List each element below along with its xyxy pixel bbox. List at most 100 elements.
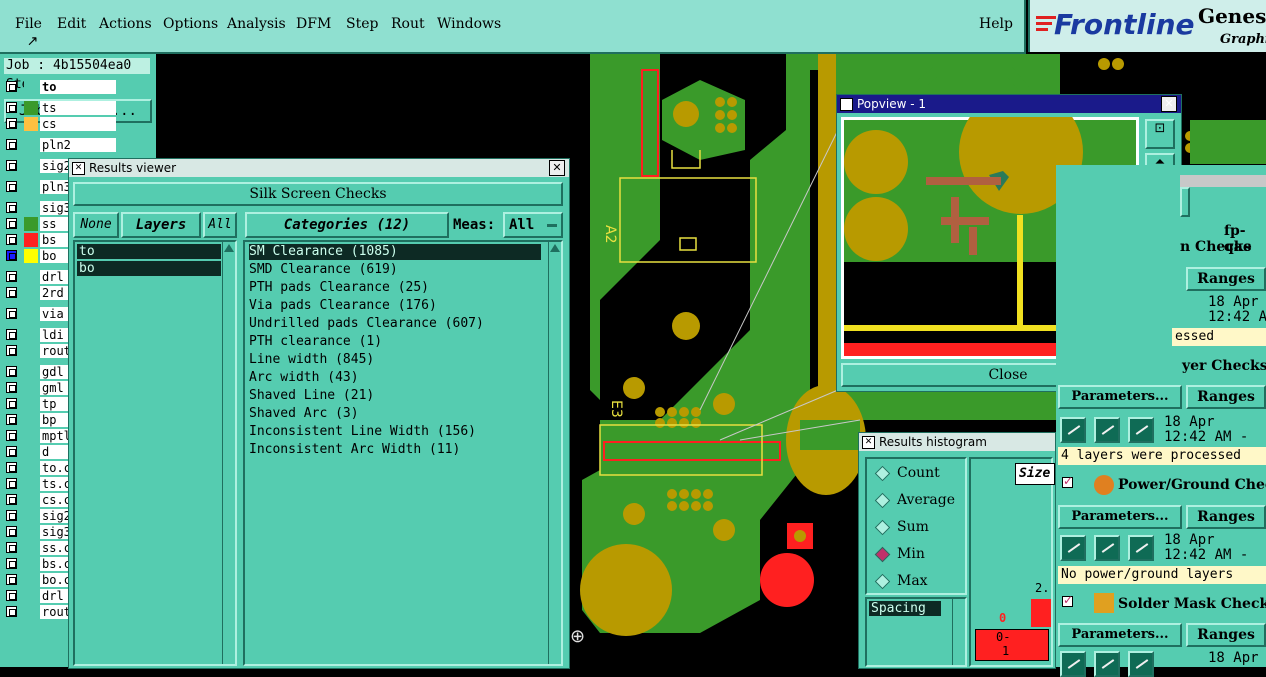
layers-none-button[interactable]: None [73, 212, 119, 238]
run-check-icon[interactable] [1060, 651, 1086, 677]
layer-color-swatch[interactable] [24, 573, 38, 587]
layer-checkbox[interactable] [6, 430, 17, 441]
layer-item-bo[interactable]: bo [77, 261, 221, 276]
layer-color-swatch[interactable] [24, 477, 38, 491]
run-check-icon[interactable] [1094, 651, 1120, 677]
metric-list[interactable]: Spacing [865, 597, 967, 667]
layer-color-swatch[interactable] [24, 525, 38, 539]
menu-windows[interactable]: Windows [437, 16, 501, 32]
ranges-button-4[interactable]: Ranges [1186, 623, 1266, 647]
menu-dfm[interactable]: DFM [296, 16, 331, 32]
menu-options[interactable]: Options [163, 16, 218, 32]
metric-scrollbar[interactable] [952, 599, 965, 665]
layer-checkbox[interactable] [6, 139, 17, 150]
close-icon[interactable]: ✕ [549, 160, 565, 176]
category-item[interactable]: Shaved Arc (3) [249, 406, 359, 422]
layer-checkbox[interactable] [6, 218, 17, 229]
ranges-button-2[interactable]: Ranges [1186, 385, 1266, 409]
layer-checkbox[interactable] [6, 446, 17, 457]
run-check-icon[interactable] [1094, 417, 1120, 443]
layer-color-swatch[interactable] [24, 493, 38, 507]
run-check-icon[interactable] [1094, 535, 1120, 561]
layer-color-swatch[interactable] [24, 461, 38, 475]
metric-spacing[interactable]: Spacing [869, 601, 941, 616]
category-item[interactable]: Undrilled pads Clearance (607) [249, 316, 484, 332]
layer-color-swatch[interactable] [24, 397, 38, 411]
run-check-icon[interactable] [1128, 651, 1154, 677]
layer-color-swatch[interactable] [24, 201, 38, 215]
layer-color-swatch[interactable] [24, 413, 38, 427]
menu-analysis[interactable]: Analysis [227, 16, 286, 32]
parameters-button-3[interactable]: Parameters... [1058, 623, 1182, 647]
layer-checkbox[interactable] [6, 366, 17, 377]
layer-color-swatch[interactable] [24, 541, 38, 555]
scroll-up-icon[interactable] [224, 244, 234, 252]
results-viewer-titlebar[interactable]: ✕ Results viewer ✕ [69, 159, 569, 177]
layer-color-swatch[interactable] [24, 217, 38, 231]
category-item[interactable]: SMD Clearance (619) [249, 262, 398, 278]
category-item[interactable]: Inconsistent Arc Width (11) [249, 442, 460, 458]
categories-scrollbar[interactable] [548, 242, 561, 664]
layer-color-swatch[interactable] [24, 286, 38, 300]
layer-color-swatch[interactable] [24, 233, 38, 247]
categories-list-box[interactable]: SM Clearance (1085) SMD Clearance (619) PT… [243, 240, 563, 666]
layer-color-swatch[interactable] [24, 557, 38, 571]
layer-checkbox[interactable] [6, 494, 17, 505]
close-icon[interactable]: ✕ [1161, 96, 1177, 112]
layer-list-box[interactable]: to bo [73, 240, 237, 666]
layer-color-swatch[interactable] [24, 159, 38, 173]
layers-all-button[interactable]: All [203, 212, 237, 238]
layer-color-swatch[interactable] [24, 509, 38, 523]
run-check-icon[interactable] [1128, 535, 1154, 561]
menu-help[interactable]: Help [979, 16, 1013, 32]
layer-checkbox[interactable] [6, 398, 17, 409]
layer-checkbox[interactable] [6, 234, 17, 245]
category-item[interactable]: Arc width (43) [249, 370, 359, 386]
category-item[interactable]: PTH pads Clearance (25) [249, 280, 429, 296]
layer-checkbox[interactable] [6, 590, 17, 601]
silk-screen-checks-header[interactable]: Silk Screen Checks [73, 182, 563, 206]
panel-button[interactable] [1180, 187, 1190, 217]
layer-checkbox[interactable] [6, 329, 17, 340]
ranges-button-3[interactable]: Ranges [1186, 505, 1266, 529]
layer-color-swatch[interactable] [24, 270, 38, 284]
histogram-titlebar[interactable]: ✕ Results histogram [859, 433, 1055, 451]
layer-checkbox[interactable] [6, 478, 17, 489]
window-menu-icon[interactable]: ✕ [72, 162, 85, 175]
range-bin[interactable]: 0- 1 [975, 629, 1049, 661]
meas-select[interactable]: All [503, 212, 563, 238]
power-ground-checkbox[interactable] [1062, 474, 1073, 488]
layer-checkbox[interactable] [6, 526, 17, 537]
layer-color-swatch[interactable] [24, 180, 38, 194]
layer-checkbox[interactable] [6, 542, 17, 553]
layer-color-swatch[interactable] [24, 589, 38, 603]
categories-button[interactable]: Categories (12) [245, 212, 449, 238]
category-item[interactable]: PTH clearance (1) [249, 334, 382, 350]
category-item[interactable]: Via pads Clearance (176) [249, 298, 437, 314]
layer-item-to[interactable]: to [77, 244, 221, 259]
run-check-icon[interactable] [1128, 417, 1154, 443]
layer-color-swatch[interactable] [24, 344, 38, 358]
layer-color-swatch[interactable] [24, 80, 38, 94]
layer-checkbox[interactable] [6, 118, 17, 129]
layer-checkbox[interactable] [6, 414, 17, 425]
layer-color-swatch[interactable] [24, 381, 38, 395]
scroll-up-icon[interactable] [550, 244, 560, 252]
layer-checkbox[interactable] [6, 510, 17, 521]
layer-checkbox[interactable] [6, 250, 17, 261]
layer-checkbox[interactable] [6, 271, 17, 282]
layer-checkbox[interactable] [6, 345, 17, 356]
menu-rout[interactable]: Rout [391, 16, 425, 32]
solder-mask-checkbox[interactable] [1062, 593, 1073, 607]
layer-color-swatch[interactable] [24, 249, 38, 263]
layer-checkbox[interactable] [6, 81, 17, 92]
layer-color-swatch[interactable] [24, 365, 38, 379]
category-item[interactable]: Inconsistent Line Width (156) [249, 424, 476, 440]
layers-toggle-button[interactable]: Layers [121, 212, 201, 238]
parameters-button-2[interactable]: Parameters... [1058, 505, 1182, 529]
popview-titlebar[interactable]: ✕ Popview - 1 ✕ [837, 95, 1181, 113]
layer-checkbox[interactable] [6, 462, 17, 473]
menu-step[interactable]: Step [346, 16, 378, 32]
layer-checkbox[interactable] [6, 160, 17, 171]
layer-checkbox[interactable] [6, 606, 17, 617]
